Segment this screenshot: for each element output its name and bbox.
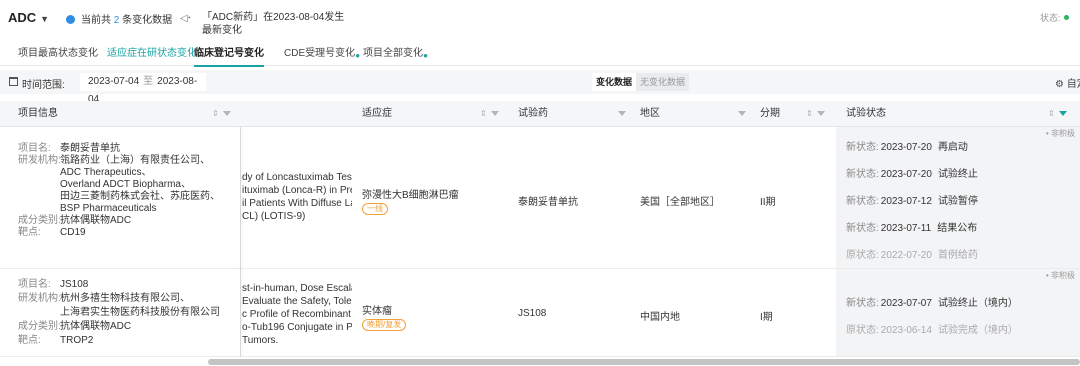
project-name: JS108	[60, 279, 89, 290]
latest-change-notice[interactable]: 「ADC新药」在2023-08-04发生最新变化	[202, 11, 352, 37]
filter-icon	[1058, 111, 1067, 116]
data-toggle: 变化数据 无变化数据	[592, 73, 690, 91]
tab-all-changes[interactable]: 项目全部变化 ●	[363, 42, 428, 66]
filter-icon	[816, 111, 825, 116]
status-entry: 新状态: 2023-07-20 试验终止	[846, 169, 978, 180]
toggle-unchanged-data[interactable]: 无变化数据	[636, 73, 689, 91]
status-cell-bg	[836, 269, 1080, 356]
column-controls[interactable]: ⇕	[1048, 101, 1067, 127]
drug-cell[interactable]: JS108	[518, 308, 546, 319]
count-number: 2	[113, 15, 120, 26]
study-title[interactable]: st-in-human, Dose EscalatioEvaluate the …	[242, 282, 352, 347]
customize-button[interactable]: ⚙ 自定	[1055, 75, 1080, 90]
inactive-marker: • 非积极	[1046, 129, 1076, 138]
info-dot-icon	[66, 15, 75, 24]
status-entry: 新状态: 2023-07-20 再启动	[846, 142, 968, 153]
project-title: ADC	[8, 10, 37, 25]
filter-icon	[490, 111, 499, 116]
col-trial-status: 试验状态	[846, 108, 886, 119]
line-tag: 一线	[362, 203, 388, 215]
indication-cell: 实体瘤 晚期/复发	[362, 302, 407, 331]
status-dot-icon	[1063, 15, 1069, 20]
filter-icon	[738, 111, 746, 116]
status-entry: 新状态: 2023-07-07 试验终止（境内）	[846, 298, 1018, 309]
new-dot-icon: ●	[355, 51, 361, 60]
study-title[interactable]: dy of Loncastuximab Tesiri ituximab (Lonc…	[242, 171, 352, 223]
phase-cell: II期	[760, 197, 776, 208]
col-region: 地区	[640, 108, 660, 119]
column-controls[interactable]	[614, 101, 626, 127]
table-header: 项目信息 ⇕ 适应症 ⇕ 试验药 地区 分期 ⇕ 试验状态 ⇕	[0, 101, 1080, 127]
project-name: 泰朗妥昔单抗	[60, 143, 120, 154]
status-indicator: 状态:	[1040, 11, 1069, 24]
top-bar: ADC ▼ 当前共 2 条变化数据 ◁ꞏ 「ADC新药」在2023-08-04发生…	[0, 0, 1080, 40]
date-range-label: 时间范围:	[22, 80, 65, 91]
toggle-changed-data[interactable]: 变化数据	[592, 73, 637, 91]
region-cell: 美国［全部地区］	[640, 197, 720, 208]
status-entry-old: 原状态: 2023-06-14 试验完成（境内）	[846, 325, 1018, 336]
drug-cell[interactable]: 泰朗妥昔单抗	[518, 193, 578, 208]
calendar-icon	[9, 77, 18, 86]
phase-cell: I期	[760, 312, 773, 323]
column-controls[interactable]: ⇕	[212, 101, 231, 127]
column-controls[interactable]	[734, 101, 746, 127]
status-entry: 新状态: 2023-07-12 试验暂停	[846, 196, 978, 207]
new-dot-icon: ●	[423, 51, 428, 60]
region-cell: 中国内地	[640, 312, 680, 323]
inactive-marker: • 非积极	[1046, 271, 1076, 280]
project-selector[interactable]: ADC ▼	[8, 10, 49, 25]
horizontal-scrollbar[interactable]	[208, 359, 1080, 365]
line-tag: 晚期/复发	[362, 319, 407, 331]
indication-cell: 弥漫性大B细胞淋巴瘤 一线	[362, 190, 459, 215]
filter-icon	[222, 111, 231, 116]
chevron-down-icon: ▼	[40, 14, 50, 24]
tab-bar: 项目最高状态变化 适应症在研状态变化 临床登记号变化 CDE受理号变化 ● 项目全…	[0, 42, 1080, 67]
tab-indication-status[interactable]: 适应症在研状态变化	[107, 42, 197, 66]
tab-highest-status[interactable]: 项目最高状态变化	[18, 42, 98, 66]
status-entry-old: 原状态: 2022-07-20 首例给药	[846, 250, 978, 261]
tab-registration-number[interactable]: 临床登记号变化	[194, 42, 264, 67]
col-phase: 分期	[760, 108, 780, 119]
column-controls[interactable]: ⇕	[806, 101, 825, 127]
filter-icon	[618, 111, 626, 116]
change-count: 当前共 2 条变化数据	[66, 11, 172, 26]
col-drug: 试验药	[518, 108, 548, 119]
filter-bar: 时间范围: 2023-07-04 至 2023-08-04 变化数据 无变化数据 ⚙ …	[0, 70, 1080, 105]
date-range-picker[interactable]: 2023-07-04 至 2023-08-04	[80, 73, 206, 105]
status-entry: 新状态: 2023-07-11 结果公布	[846, 223, 978, 234]
speaker-icon: ◁ꞏ	[180, 13, 191, 24]
col-indication: 适应症	[362, 108, 392, 119]
tab-cde-number[interactable]: CDE受理号变化 ●	[284, 42, 360, 66]
frozen-column-edge	[240, 127, 241, 357]
col-project-info: 项目信息	[18, 108, 58, 119]
column-controls[interactable]: ⇕	[480, 101, 499, 127]
gear-icon: ⚙	[1055, 79, 1064, 90]
